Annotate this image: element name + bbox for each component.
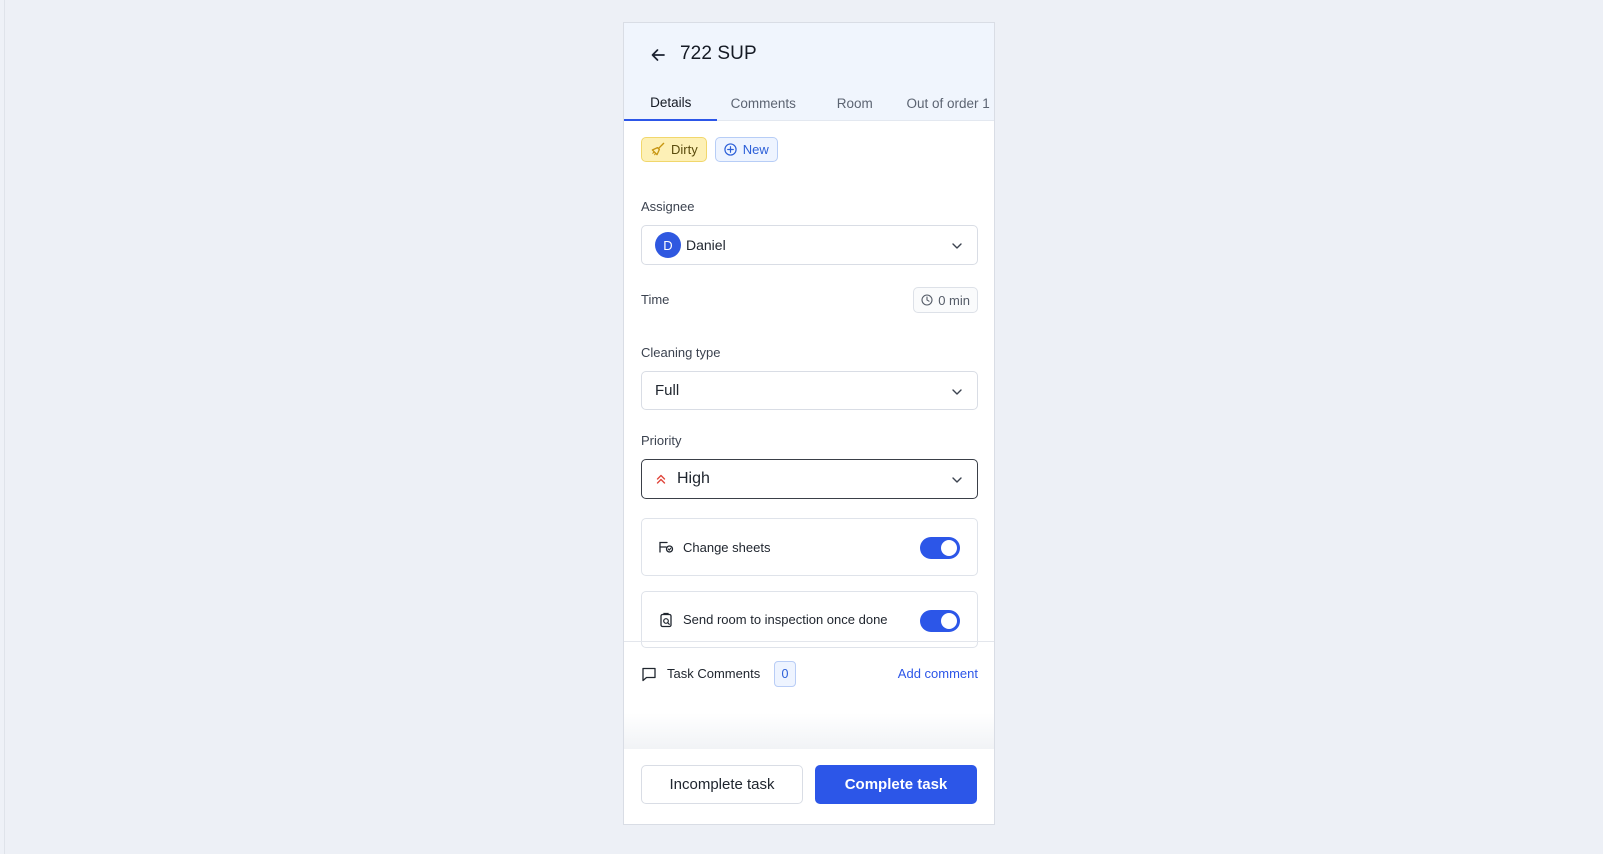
page-title: 722 SUP	[680, 43, 757, 64]
app-background: 722 SUP Details Comments Room Out of ord…	[4, 0, 1603, 854]
details-content: Dirty New Assignee D Daniel Time 0 min C…	[641, 137, 978, 648]
cleaning-type-label: Cleaning type	[641, 345, 721, 360]
chevron-down-icon	[952, 243, 962, 249]
cleaning-type-select[interactable]: Full	[641, 371, 978, 410]
inspection-card: Send room to inspection once done	[641, 591, 978, 648]
change-sheets-card: Change sheets	[641, 518, 978, 576]
chevron-down-icon	[952, 389, 962, 395]
broom-icon	[651, 142, 665, 156]
priority-label: Priority	[641, 433, 682, 448]
add-comment-link[interactable]: Add comment	[898, 666, 978, 681]
toggle-knob	[941, 540, 957, 556]
assignee-select[interactable]: D Daniel	[641, 225, 978, 265]
tab-details[interactable]: Details	[624, 85, 718, 121]
complete-task-button[interactable]: Complete task	[815, 765, 977, 804]
priority-select[interactable]: High	[641, 459, 978, 499]
new-badge-label: New	[742, 142, 769, 157]
clock-icon	[921, 294, 933, 306]
inspection-icon	[660, 612, 672, 627]
tab-comments[interactable]: Comments	[717, 85, 809, 121]
time-row: Time 0 min	[641, 287, 978, 313]
assignee-label: Assignee	[641, 199, 695, 214]
time-label: Time	[641, 292, 670, 307]
time-value: 0 min	[938, 292, 970, 308]
bed-sheets-icon	[659, 541, 674, 553]
task-comments-title: Task Comments	[667, 666, 761, 681]
action-footer: Incomplete task Complete task	[624, 749, 994, 824]
assignee-name: Daniel	[686, 237, 726, 253]
tab-bar: Details Comments Room Out of order 1	[624, 85, 994, 121]
inspection-label: Send room to inspection once done	[683, 612, 888, 627]
status-badge-dirty: Dirty	[641, 137, 707, 162]
priority-value: High	[677, 470, 710, 487]
divider	[624, 641, 994, 642]
toggle-knob	[941, 613, 957, 629]
change-sheets-toggle[interactable]	[920, 537, 960, 559]
comment-icon	[642, 667, 656, 682]
plus-circle-icon	[724, 143, 737, 156]
task-detail-panel: 722 SUP Details Comments Room Out of ord…	[623, 22, 995, 825]
status-badge-label: Dirty	[671, 142, 698, 157]
footer-fade	[624, 713, 994, 749]
comments-count-badge: 0	[774, 661, 796, 687]
time-value-pill: 0 min	[913, 287, 978, 313]
arrow-left-icon	[651, 49, 665, 61]
incomplete-task-button[interactable]: Incomplete task	[641, 765, 803, 804]
tab-room[interactable]: Room	[809, 85, 901, 121]
tab-out-of-order[interactable]: Out of order 1	[900, 85, 994, 121]
double-chevron-up-icon	[656, 474, 666, 484]
change-sheets-label: Change sheets	[683, 539, 771, 555]
status-badges: Dirty New	[641, 137, 978, 162]
chevron-down-icon	[952, 477, 962, 483]
inspection-toggle[interactable]	[920, 610, 960, 632]
task-comments-row: Task Comments 0 Add comment	[641, 661, 978, 687]
panel-header: 722 SUP Details Comments Room Out of ord…	[624, 23, 994, 121]
back-button[interactable]	[644, 41, 672, 69]
cleaning-type-value: Full	[655, 382, 680, 399]
new-badge-button[interactable]: New	[714, 137, 778, 162]
avatar: D	[655, 232, 681, 258]
